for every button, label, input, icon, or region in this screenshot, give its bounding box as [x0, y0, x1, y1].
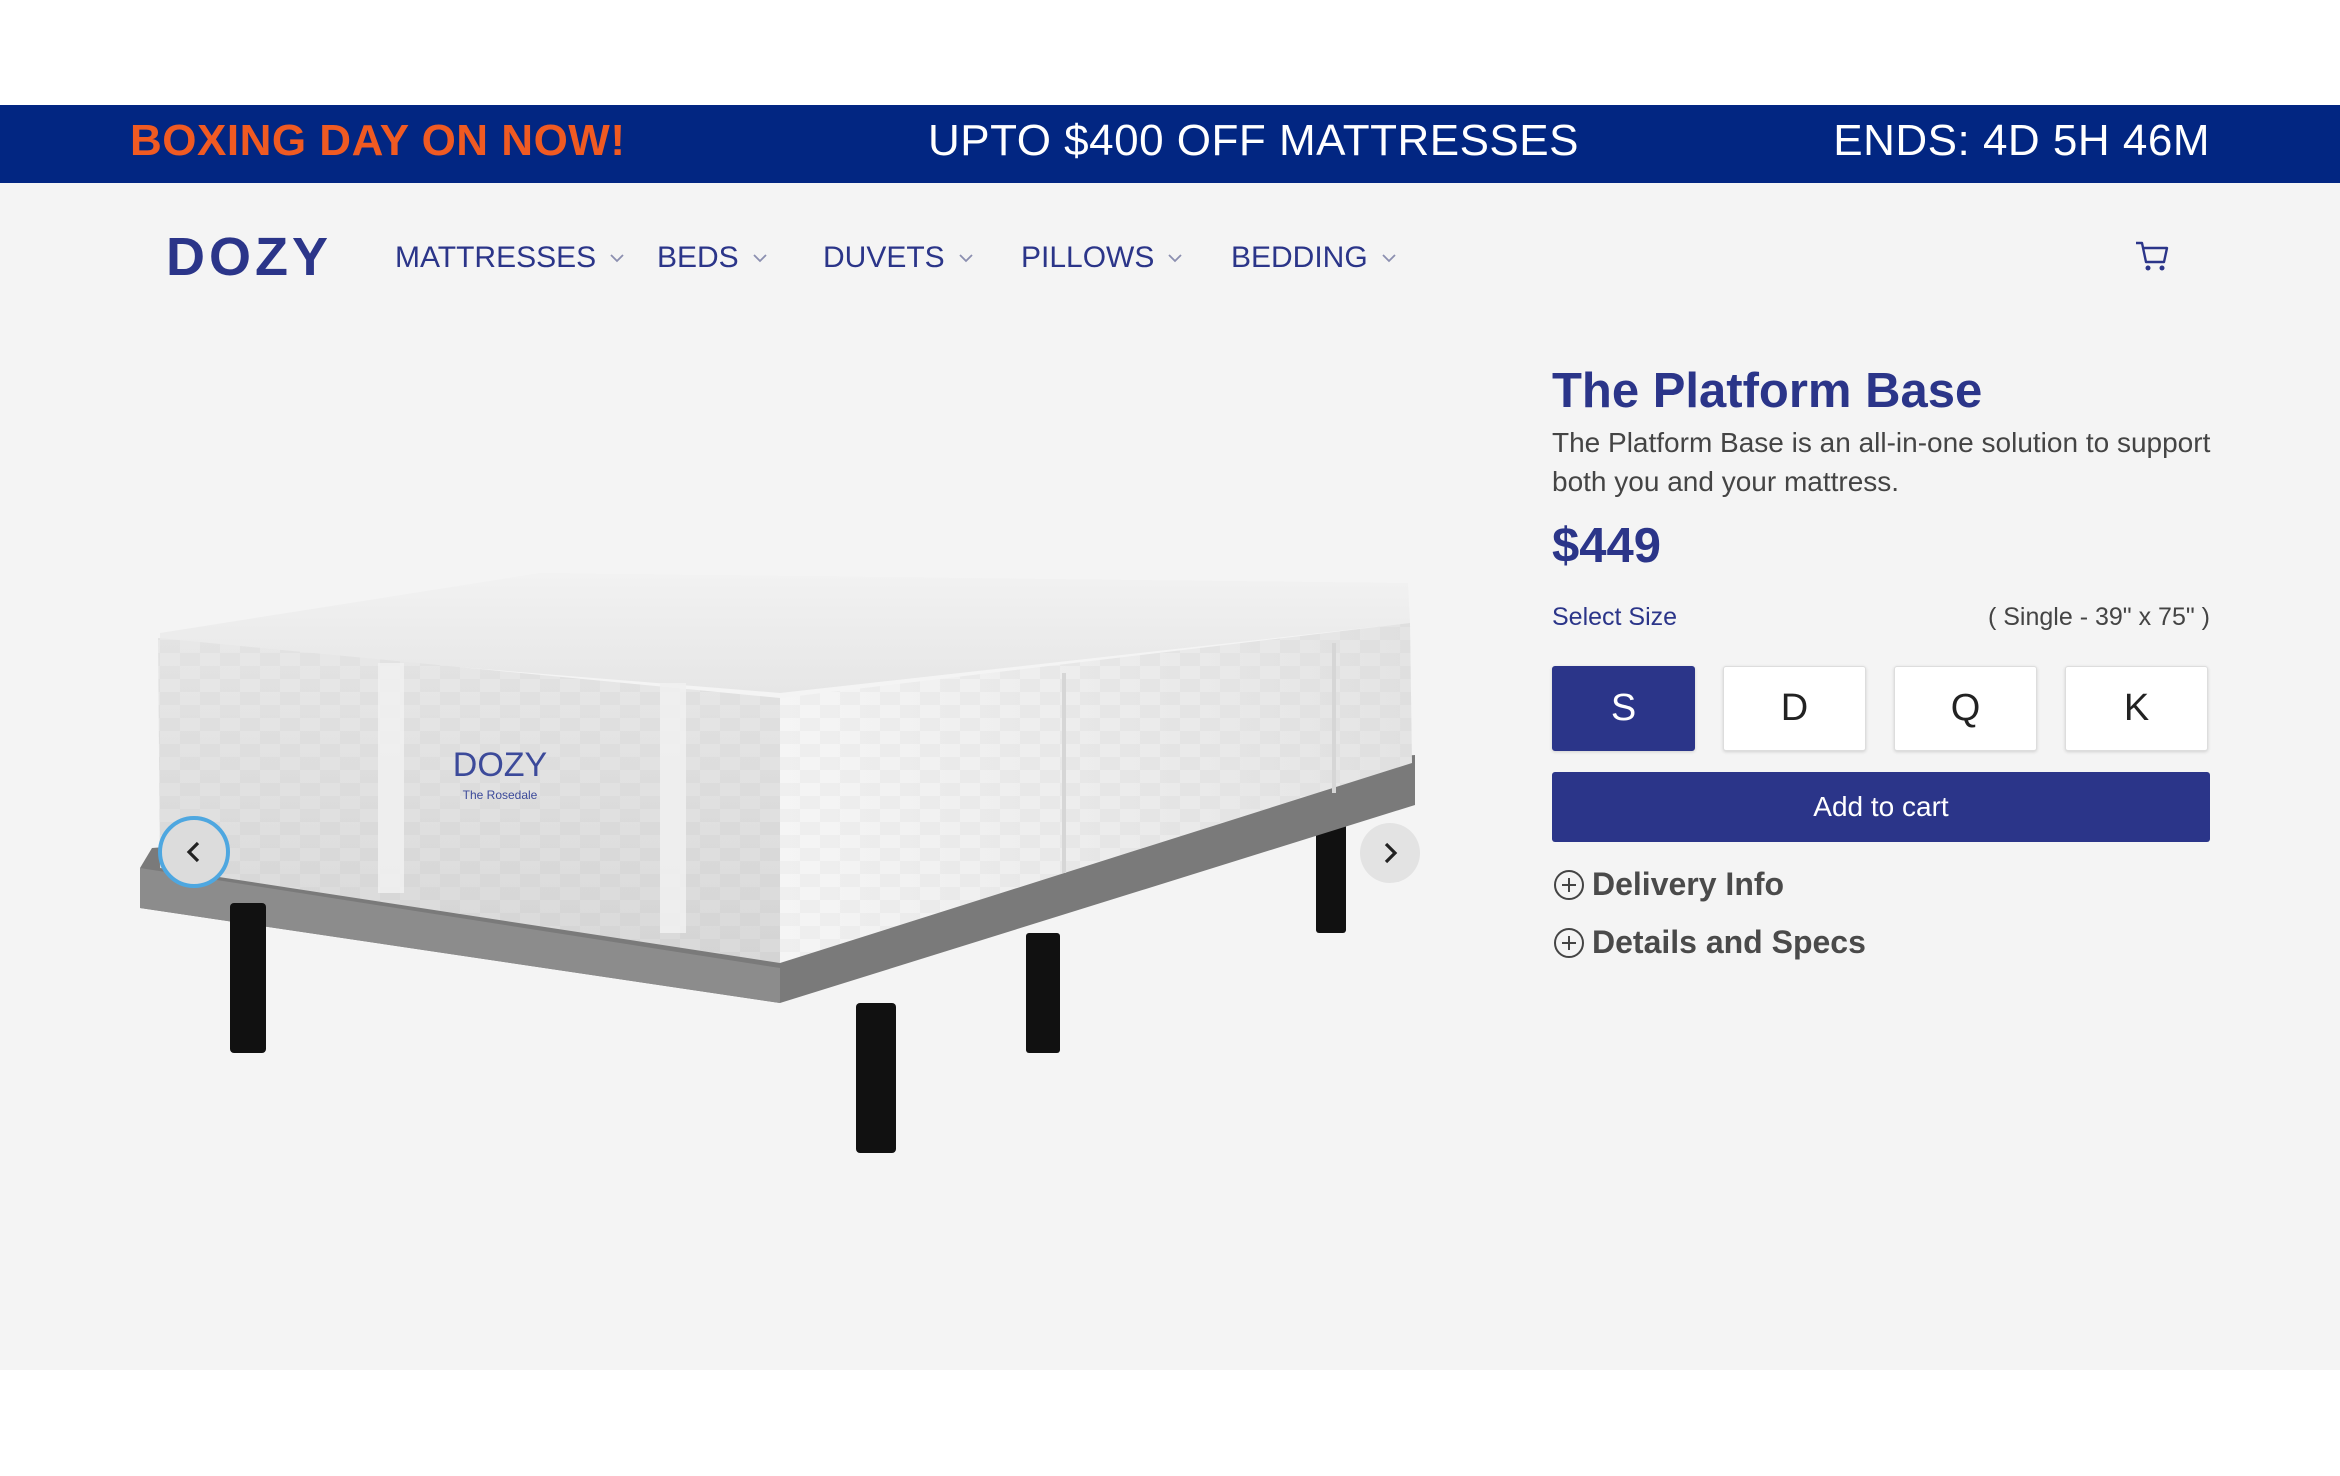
nav-label: PILLOWS — [1021, 241, 1155, 274]
accordion-label: Details and Specs — [1592, 924, 1866, 960]
svg-text:DOZY: DOZY — [166, 229, 332, 283]
plus-circle-icon — [1554, 869, 1584, 900]
leg-right-rear — [1026, 933, 1060, 1053]
size-option-s[interactable]: S — [1552, 666, 1695, 751]
size-option-d[interactable]: D — [1723, 666, 1866, 751]
promo-headline: BOXING DAY ON NOW! — [130, 116, 626, 165]
nav-item-duvets[interactable]: DUVETS — [823, 241, 975, 275]
cart-icon[interactable] — [2134, 238, 2170, 274]
product-description: The Platform Base is an all-in-one solut… — [1552, 427, 2211, 497]
plus-circle-icon — [1554, 927, 1584, 958]
mattress-strap — [660, 683, 686, 933]
nav-label: BEDS — [657, 241, 739, 274]
chevron-down-icon — [1382, 254, 1396, 263]
product-image: DOZY The Rosedale — [140, 573, 1415, 1153]
mattress-logo: DOZY — [453, 746, 547, 784]
nav-label: MATTRESSES — [395, 241, 597, 274]
nav-item-bedding[interactable]: BEDDING — [1231, 241, 1398, 275]
nav-label: DUVETS — [823, 241, 945, 274]
mattress-sublabel: The Rosedale — [463, 788, 538, 802]
promo-offer: UPTO $400 OFF MATTRESSES — [928, 116, 1579, 165]
chevron-down-icon — [959, 254, 973, 263]
bottom-spacer — [0, 1370, 2340, 1476]
nav-label: BEDDING — [1231, 241, 1368, 274]
size-option-k[interactable]: K — [2065, 666, 2208, 751]
promo-countdown: ENDS: 4D 5H 46M — [1833, 116, 2210, 165]
size-dimensions: ( Single - 39" x 75" ) — [1987, 603, 2210, 631]
leg-front-center — [856, 1003, 896, 1153]
accordion-label: Delivery Info — [1592, 866, 1785, 902]
chevron-left-icon — [186, 841, 200, 863]
delivery-info-toggle[interactable]: Delivery Info — [1552, 866, 1784, 903]
chevron-right-icon — [1384, 842, 1398, 864]
nav-item-pillows[interactable]: PILLOWS — [1021, 241, 1184, 275]
chevron-down-icon — [1168, 254, 1183, 263]
nav-item-mattresses[interactable]: MATTRESSES — [395, 241, 626, 275]
product-page: DOZY MATTRESSES BEDS DUVETS PILLOWS BEDD… — [0, 183, 2340, 1370]
details-specs-toggle[interactable]: Details and Specs — [1552, 924, 1866, 961]
size-selector: S D Q K — [1552, 666, 2210, 751]
promo-banner: BOXING DAY ON NOW! UPTO $400 OFF MATTRES… — [0, 105, 2340, 183]
next-image-button[interactable] — [1360, 823, 1420, 883]
size-option-q[interactable]: Q — [1894, 666, 2037, 751]
prev-image-button[interactable] — [158, 816, 230, 888]
size-label: Select Size — [1552, 603, 1678, 631]
product-title: The Platform Base — [1552, 364, 1983, 418]
product-price: $449 — [1552, 519, 1662, 573]
main-nav: DOZY MATTRESSES BEDS DUVETS PILLOWS BEDD… — [0, 183, 2340, 333]
dozy-logo[interactable]: DOZY — [166, 229, 338, 283]
leg-front-left — [230, 903, 266, 1053]
mattress-strap — [378, 663, 404, 893]
chevron-down-icon — [610, 254, 624, 263]
chevron-down-icon — [753, 254, 767, 263]
add-to-cart-button[interactable]: Add to cart — [1552, 772, 2210, 842]
top-spacer — [0, 0, 2340, 105]
nav-item-beds[interactable]: BEDS — [657, 241, 769, 275]
